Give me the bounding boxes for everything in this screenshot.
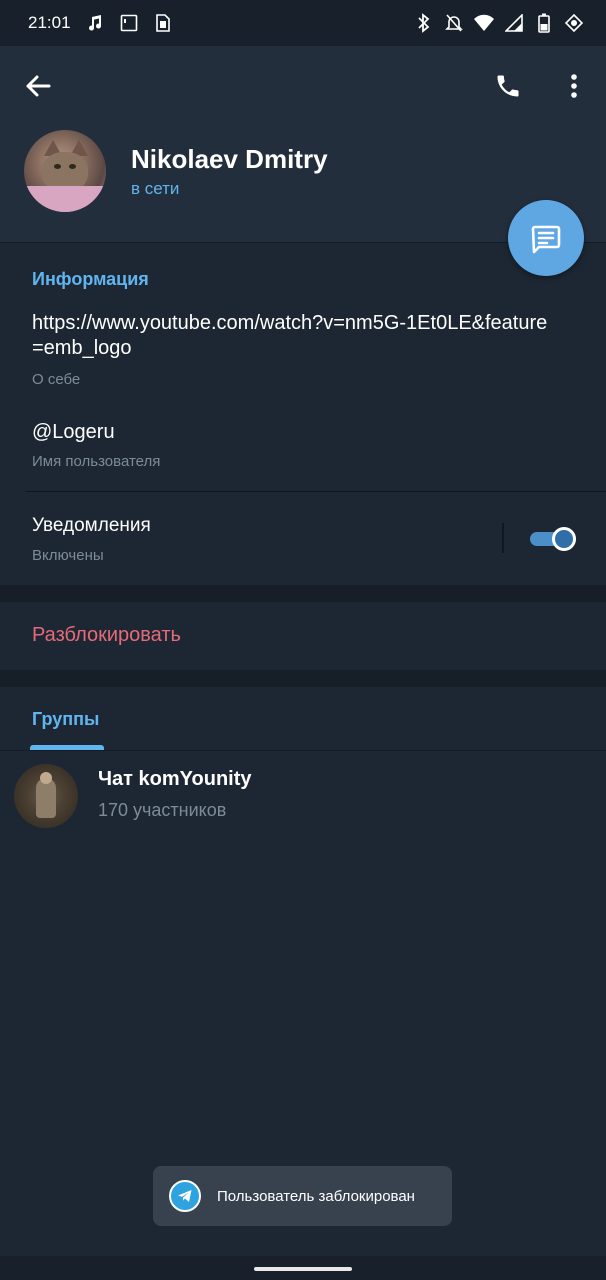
status-time: 21:01 bbox=[28, 13, 71, 32]
square-notification-icon bbox=[119, 13, 139, 33]
username-label: Имя пользователя bbox=[32, 453, 161, 470]
arrow-left-icon bbox=[26, 75, 51, 97]
section-gap bbox=[0, 670, 606, 687]
profile-avatar[interactable] bbox=[24, 130, 106, 212]
profile-name: Nikolaev Dmitry bbox=[131, 144, 328, 174]
battery-icon bbox=[534, 13, 554, 33]
sim-card-icon bbox=[153, 13, 173, 33]
group-name: Чат komYounity bbox=[98, 768, 252, 790]
shared-tabs: Группы bbox=[0, 687, 606, 751]
notifications-toggle[interactable] bbox=[530, 527, 578, 551]
tab-indicator bbox=[30, 745, 104, 750]
online-status: в сети bbox=[131, 179, 180, 198]
phone-icon bbox=[497, 75, 519, 97]
info-section-title: Информация bbox=[32, 269, 149, 289]
notifications-label[interactable]: Уведомления bbox=[32, 515, 151, 537]
music-note-icon bbox=[85, 13, 105, 33]
vertical-divider bbox=[502, 523, 504, 553]
divider bbox=[26, 491, 606, 492]
send-message-button[interactable] bbox=[508, 200, 584, 276]
bio-label: О себе bbox=[32, 371, 81, 388]
unblock-button[interactable]: Разблокировать bbox=[32, 624, 181, 647]
group-avatar bbox=[14, 764, 78, 828]
bio-text[interactable]: https://www.youtube.com/watch?v=nm5G-1Et… bbox=[32, 311, 552, 361]
navigation-bar bbox=[0, 1256, 606, 1280]
call-button[interactable] bbox=[490, 68, 526, 104]
toast-text: Пользователь заблокирован bbox=[217, 1187, 415, 1205]
group-members-count: 170 участников bbox=[98, 800, 227, 820]
username-text[interactable]: @Logeru bbox=[32, 421, 115, 444]
section-gap bbox=[0, 585, 606, 602]
tab-groups[interactable]: Группы bbox=[32, 709, 99, 730]
signal-icon bbox=[504, 13, 524, 33]
info-section: Информация https://www.youtube.com/watch… bbox=[0, 242, 606, 585]
vpn-icon bbox=[564, 13, 584, 33]
notifications-status: Включены bbox=[32, 547, 104, 564]
more-menu-button[interactable] bbox=[556, 68, 592, 104]
back-button[interactable] bbox=[20, 68, 56, 104]
list-item[interactable]: Чат komYounity 170 участников bbox=[0, 752, 606, 840]
bluetooth-icon bbox=[414, 13, 434, 33]
message-icon bbox=[531, 225, 561, 254]
unblock-section: Разблокировать bbox=[0, 602, 606, 670]
wifi-icon bbox=[474, 13, 494, 33]
telegram-icon bbox=[169, 1180, 201, 1212]
home-gesture-bar[interactable] bbox=[254, 1267, 352, 1271]
mute-icon bbox=[444, 13, 464, 33]
status-bar: 21:01 bbox=[0, 0, 606, 46]
toast-notification: Пользователь заблокирован bbox=[153, 1166, 452, 1226]
profile-header: Nikolaev Dmitry в сети bbox=[0, 46, 606, 242]
more-vertical-icon bbox=[571, 74, 577, 98]
